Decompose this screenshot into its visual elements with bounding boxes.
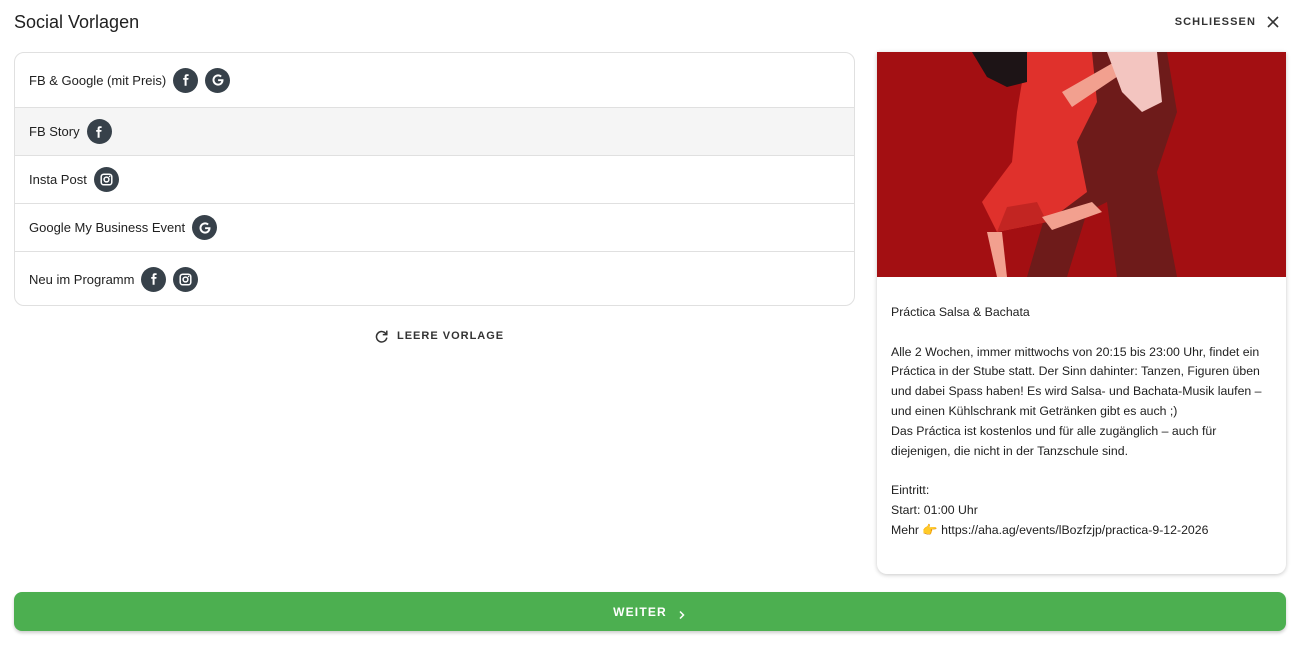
template-label: Google My Business Event	[29, 220, 186, 235]
preview-paragraph: Alle 2 Wochen, immer mittwochs von 20:15…	[891, 344, 1262, 418]
empty-template-button[interactable]: LEERE VORLAGE	[374, 326, 504, 346]
instagram-icon	[173, 266, 199, 292]
facebook-icon	[173, 67, 199, 93]
next-label: WEITER	[613, 604, 667, 619]
preview-more-link: Mehr 👉 https://aha.ag/events/lBozfzjp/pr…	[891, 522, 1209, 537]
close-button[interactable]: SCHLIESSEN	[1175, 10, 1280, 34]
template-row-fb-google[interactable]: FB & Google (mit Preis)	[15, 53, 854, 108]
close-label: SCHLIESSEN	[1174, 16, 1256, 28]
google-icon	[205, 67, 231, 93]
preview-entry-label: Eintritt:	[891, 483, 930, 498]
template-row-google-my-business[interactable]: Google My Business Event	[15, 204, 854, 252]
template-label: Insta Post	[29, 172, 87, 187]
facebook-icon	[86, 119, 112, 144]
next-button[interactable]: WEITER	[14, 592, 1286, 631]
template-row-insta-post[interactable]: Insta Post	[15, 156, 854, 204]
preview-text: Práctica Salsa & Bachata Alle 2 Wochen, …	[877, 277, 1286, 541]
template-row-fb-story[interactable]: FB Story	[15, 108, 854, 156]
template-label: FB Story	[29, 124, 80, 139]
page-title: Social Vorlagen	[14, 12, 140, 32]
refresh-icon	[374, 329, 389, 344]
instagram-icon	[93, 167, 119, 192]
template-label: FB & Google (mit Preis)	[29, 72, 167, 88]
template-list: FB & Google (mit Preis) FB Story Insta P…	[14, 52, 855, 306]
google-icon	[192, 215, 218, 240]
empty-template-label: LEERE VORLAGE	[397, 330, 505, 342]
chevron-right-icon	[677, 607, 687, 619]
preview-start-time: Start: 01:00 Uhr	[891, 502, 978, 517]
template-label: Neu im Programm	[29, 271, 135, 287]
facebook-icon	[141, 266, 167, 292]
preview-image	[877, 52, 1286, 277]
preview-card: Práctica Salsa & Bachata Alle 2 Wochen, …	[877, 52, 1286, 574]
preview-paragraph: Das Práctica ist kostenlos und für alle …	[891, 423, 1217, 458]
preview-title: Práctica Salsa & Bachata	[891, 305, 1030, 319]
template-row-neu-im-programm[interactable]: Neu im Programm	[15, 252, 854, 305]
close-icon	[1266, 15, 1280, 29]
